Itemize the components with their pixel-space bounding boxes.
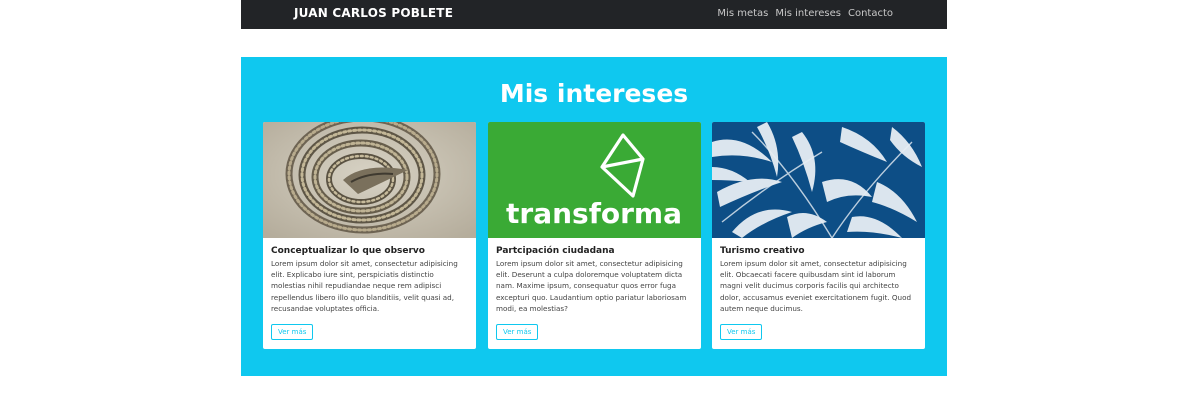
interest-card-turismo: Turismo creativo Lorem ipsum dolor sit a…	[712, 122, 925, 349]
section-title: Mis intereses	[499, 79, 689, 108]
interest-card-conceptualizar: Conceptualizar lo que observo Lorem ipsu…	[263, 122, 476, 349]
interest-card-participacion: transforma Partcipación ciudadana Lorem …	[488, 122, 701, 349]
ver-mas-button[interactable]: Ver más	[720, 324, 763, 340]
card-title: Partcipación ciudadana	[496, 246, 615, 256]
navbar: JUAN CARLOS POBLETE Mis metas Mis intere…	[241, 0, 947, 29]
card-text: Lorem ipsum dolor sit amet, consectetur …	[720, 259, 912, 313]
coiled-rope-image	[263, 122, 476, 238]
nav-link-mis-metas[interactable]: Mis metas	[717, 8, 768, 19]
nav-link-contacto[interactable]: Contacto	[848, 8, 893, 19]
ver-mas-button[interactable]: Ver más	[496, 324, 539, 340]
card-text: Lorem ipsum dolor sit amet, consectetur …	[496, 259, 687, 313]
nav-link-mis-intereses[interactable]: Mis intereses	[775, 8, 841, 19]
logo-text: transforma	[506, 197, 682, 230]
ver-mas-button[interactable]: Ver más	[271, 324, 314, 340]
interests-section: Mis intereses Conceptualizar lo que obse…	[241, 57, 947, 376]
card-text: Lorem ipsum dolor sit amet, consectetur …	[271, 259, 458, 313]
transforma-logo-image: transforma	[488, 122, 701, 238]
nav-links: Mis metas Mis intereses Contacto	[717, 8, 893, 19]
card-title: Turismo creativo	[720, 246, 805, 256]
brand-link[interactable]: JUAN CARLOS POBLETE	[294, 6, 453, 20]
card-title: Conceptualizar lo que observo	[271, 246, 425, 256]
cyanotype-leaves-image	[712, 122, 925, 238]
